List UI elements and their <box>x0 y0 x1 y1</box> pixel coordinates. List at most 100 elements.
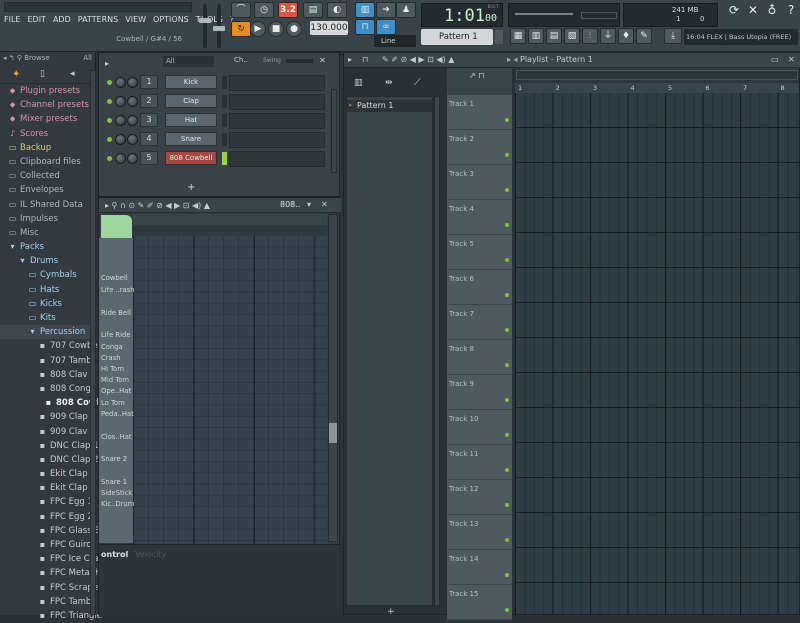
drum-lane-label[interactable]: Hi Tom <box>101 365 124 373</box>
channel-pan-knob[interactable] <box>115 96 126 107</box>
track-mute-led[interactable] <box>505 188 509 192</box>
master-volume-slider[interactable] <box>199 4 211 48</box>
browser-item[interactable]: ▪ DNC Clap 1 <box>0 439 99 453</box>
channel-pan-knob[interactable] <box>115 115 126 126</box>
drum-lane-label[interactable]: Clos..Hat <box>101 433 132 441</box>
browser-item[interactable]: ▭ Kits <box>0 311 95 325</box>
browser-filter[interactable]: All <box>83 54 92 62</box>
menu-add[interactable]: ADD <box>52 15 72 24</box>
channel-scrollbar[interactable] <box>331 89 337 173</box>
event-editor[interactable]: ontrol Velocity <box>99 544 341 616</box>
browser-item[interactable]: ▭ Impulses <box>0 212 95 226</box>
drum-lane-label[interactable]: SideStick <box>101 489 132 497</box>
browser-item[interactable]: ▭ Hats <box>0 283 95 297</box>
channel-volume-knob[interactable] <box>127 134 138 145</box>
channel-select-bar[interactable] <box>222 95 227 108</box>
channel-name-button[interactable]: Clap <box>165 94 217 108</box>
track-header[interactable]: Track 14 <box>447 550 512 585</box>
piano-roll-zoom-handle[interactable] <box>101 215 132 238</box>
playlist-grid[interactable] <box>515 93 799 614</box>
master-pitch-slider[interactable] <box>213 4 225 48</box>
channel-step-grid[interactable] <box>229 75 325 91</box>
channel-mute-led[interactable] <box>107 99 112 104</box>
browser-item[interactable]: ▪ FPC Scraper <box>0 581 102 595</box>
metronome-icon[interactable]: ⌒ <box>231 2 251 18</box>
channel-pan-knob[interactable] <box>115 153 126 164</box>
browser-item[interactable]: ⬥ Channel presets <box>0 98 95 112</box>
pattern-picker-icon[interactable]: ▥ <box>354 78 363 88</box>
channel-select-bar[interactable] <box>222 76 227 89</box>
channel-mute-led[interactable] <box>107 156 112 161</box>
playlist-minimize-icon[interactable]: ▭ <box>771 55 779 64</box>
playlist-arrows-icon[interactable]: ▸ ◂ <box>507 55 518 64</box>
menu-edit[interactable]: EDIT <box>26 15 46 24</box>
piano-roll-scrollbar[interactable] <box>328 214 338 542</box>
rack-menu-icon[interactable]: ▸ <box>105 59 109 68</box>
channel-name-button[interactable]: Snare <box>165 132 217 146</box>
playlist-close-icon[interactable]: ✕ <box>788 55 795 64</box>
channel-filter[interactable]: All <box>163 56 214 67</box>
typing-keyboard-icon[interactable]: ▥ <box>355 2 375 18</box>
channel-step-grid[interactable] <box>229 132 325 148</box>
playlist-icon[interactable]: ▦ <box>510 28 526 44</box>
track-header[interactable]: Track 6 <box>447 270 512 305</box>
track-tools-icon[interactable]: ↗ ⊓ <box>469 71 485 80</box>
browser-item[interactable]: ⬥ Plugin presets <box>0 84 95 98</box>
arrow-icon[interactable]: ➜ <box>376 2 396 18</box>
file-icon[interactable]: ▯ <box>40 69 45 79</box>
stop-button[interactable]: ■ <box>268 21 284 37</box>
channel-name-button[interactable]: 808 Cowbell <box>165 151 217 165</box>
channel-step-grid[interactable] <box>229 113 325 129</box>
plugin-icon[interactable]: ⏚ <box>600 28 616 44</box>
track-mute-led[interactable] <box>505 468 509 472</box>
browser-item[interactable]: ▪ FPC Triangle <box>0 609 102 623</box>
channel-name-button[interactable]: Hat <box>165 113 217 127</box>
menu-patterns[interactable]: PATTERNS <box>77 15 119 24</box>
playlist-menu-icon[interactable]: ▸ <box>348 55 352 64</box>
playlist-timeline[interactable]: 1 2 3 4 5 6 7 8 <box>515 83 799 93</box>
picker-item-pattern-1[interactable]: ▸ Pattern 1 <box>347 100 432 112</box>
browser-item[interactable]: ▾ Drums <box>0 254 95 268</box>
browser-item[interactable]: ▪ FPC Metal Hit <box>0 566 107 580</box>
browser-item[interactable]: ▪ DNC Clap 2 <box>0 453 99 467</box>
loop-record-icon[interactable]: ↻ <box>231 21 251 37</box>
channel-rack-close-icon[interactable]: ✕ <box>319 56 326 65</box>
browser-item[interactable]: ▪ FPC Egg 1 <box>0 495 95 509</box>
browser-item[interactable]: ▭ Clipboard files <box>0 155 95 169</box>
step-edit-icon[interactable]: ▤ <box>303 2 323 18</box>
tempo-display[interactable]: 130.000 <box>310 21 348 35</box>
track-mute-led[interactable] <box>505 293 509 297</box>
menu-options[interactable]: OPTIONS <box>152 15 190 24</box>
track-header[interactable]: Track 11 <box>447 445 512 480</box>
browser-item[interactable]: ▭ IL Shared Data <box>0 198 95 212</box>
track-header[interactable]: Track 8 <box>447 340 512 375</box>
channel-pan-knob[interactable] <box>115 134 126 145</box>
magnet-icon[interactable]: ⊓ <box>355 19 375 35</box>
pattern-selector[interactable]: Pattern 1 <box>421 29 493 45</box>
automation-picker-icon[interactable]: ⟋ <box>414 78 420 88</box>
browser-item[interactable]: ♪ Scores <box>0 127 95 141</box>
browser-item[interactable]: ▪ 808 Cowbell <box>0 396 115 410</box>
track-header[interactable]: Track 5 <box>447 235 512 270</box>
track-mute-led[interactable] <box>505 328 509 332</box>
browser-item[interactable]: ▪ FPC Guiro <box>0 538 95 552</box>
track-mute-led[interactable] <box>505 118 509 122</box>
channel-select-bar[interactable] <box>222 114 227 127</box>
drum-lane-label[interactable]: Kic..Drum <box>101 500 134 508</box>
drum-lane-label[interactable]: Conga <box>101 343 123 351</box>
record-button[interactable]: ● <box>286 21 302 37</box>
browser-item[interactable]: ▪ 909 Clav <box>0 425 95 439</box>
drum-lane-label[interactable]: Mid Tom <box>101 376 129 384</box>
piano-roll-tools-icon[interactable]: ▸ ⚲ ∩ ⊙ ✎ ✐ ⊘ ◀ ▶ ⊡ ◀) ▲ <box>105 201 210 210</box>
playlist-tools-icon[interactable]: ✎ ✐ ⊘ ◀ ▶ ⊡ ◀) ▲ <box>382 55 454 64</box>
track-header[interactable]: Track 2 <box>447 130 512 165</box>
track-mute-led[interactable] <box>505 398 509 402</box>
browser-item[interactable]: ▭ Cymbals <box>0 268 95 282</box>
channel-volume-knob[interactable] <box>127 115 138 126</box>
news-ticker[interactable]: 16:04 FLEX | Bass Utopia (FREE) <box>684 29 798 45</box>
browser-item[interactable]: ▪ Ekit Clap 2 <box>0 481 96 495</box>
browser-item[interactable]: ▭ Kicks <box>0 297 95 311</box>
arrow-left-icon[interactable]: ◂ <box>70 69 75 79</box>
play-button[interactable]: ▶ <box>250 21 266 37</box>
blend-icon[interactable]: ◐ <box>327 2 347 18</box>
